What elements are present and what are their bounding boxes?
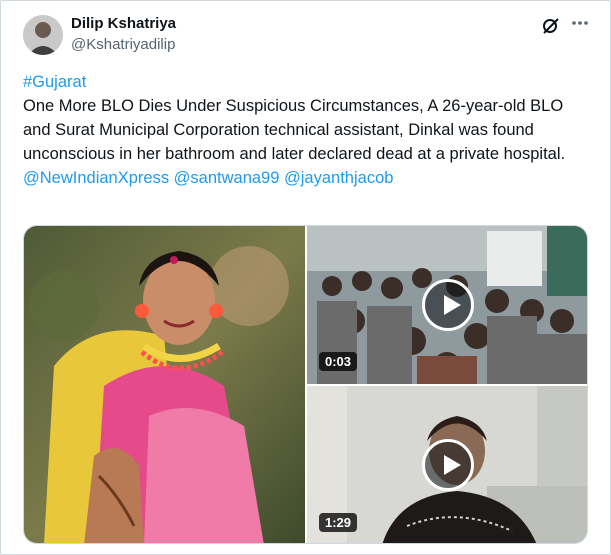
photo-woman-saree[interactable] bbox=[24, 226, 305, 543]
hashtag-link[interactable]: #Gujarat bbox=[23, 70, 593, 94]
author-name[interactable]: Dilip Kshatriya bbox=[71, 15, 176, 32]
play-icon[interactable] bbox=[422, 279, 474, 331]
mention-link[interactable]: @jayanthjacob bbox=[284, 169, 393, 187]
tweet-text: One More BLO Dies Under Suspicious Circu… bbox=[23, 97, 566, 163]
video-duration: 0:03 bbox=[319, 352, 358, 371]
mention-link[interactable]: @santwana99 bbox=[174, 169, 280, 187]
grok-icon[interactable] bbox=[541, 16, 561, 36]
media-grid: 0:03 1:29 bbox=[23, 225, 588, 544]
tweet-card: Dilip Kshatriya @Kshatriyadilip #Gujarat… bbox=[0, 0, 611, 555]
more-icon[interactable] bbox=[570, 13, 590, 33]
author-handle[interactable]: @Kshatriyadilip bbox=[71, 36, 175, 53]
mentions: @NewIndianXpress @santwana99 @jayanthjac… bbox=[23, 166, 593, 190]
mention-link[interactable]: @NewIndianXpress bbox=[23, 169, 169, 187]
avatar-photo bbox=[23, 15, 63, 55]
video-duration: 1:29 bbox=[319, 513, 358, 532]
play-icon[interactable] bbox=[422, 439, 474, 491]
tweet-body: #Gujarat One More BLO Dies Under Suspici… bbox=[23, 70, 593, 190]
avatar[interactable] bbox=[23, 15, 63, 55]
